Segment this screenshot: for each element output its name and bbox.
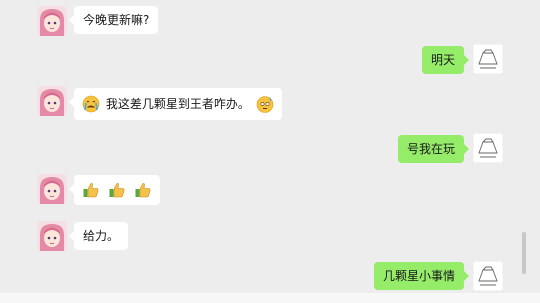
thumbs-up-emoji (108, 181, 126, 199)
self-avatar[interactable] (473, 133, 503, 163)
message-text: 给力。 (83, 229, 120, 243)
message-bubble[interactable]: 几颗星小事情 (373, 262, 470, 290)
self-avatar[interactable] (473, 44, 503, 74)
message-text: 我这差几颗星到王者咋办。 (105, 97, 250, 111)
crying-face-emoji (82, 95, 100, 113)
self-avatar[interactable] (473, 261, 503, 291)
message-text: 今晚更新嘛? (83, 13, 150, 27)
thumbs-up-emoji (134, 181, 152, 199)
contact-avatar[interactable] (37, 86, 67, 116)
contact-avatar[interactable] (37, 221, 67, 251)
message-bubble[interactable] (69, 175, 160, 205)
contact-avatar[interactable] (37, 6, 67, 36)
message-bubble[interactable]: 号我在玩 (397, 135, 470, 163)
sweating-face-emoji (256, 95, 274, 113)
message-bubble[interactable]: 明天 (421, 46, 470, 74)
contact-avatar[interactable] (37, 174, 67, 204)
message-text: 号我在玩 (406, 142, 455, 156)
message-bubble[interactable]: 我这差几颗星到王者咋办。 (69, 88, 282, 120)
chat-scrollbar[interactable] (522, 232, 526, 274)
message-text: 几颗星小事情 (382, 269, 455, 283)
thumbs-up-emoji (82, 181, 100, 199)
input-area-edge (0, 293, 540, 303)
message-bubble[interactable]: 给力。 (68, 222, 129, 250)
message-bubble[interactable]: 今晚更新嘛? (68, 6, 159, 34)
message-text: 明天 (430, 53, 455, 67)
chat-message-area: 今晚更新嘛? 明天 我这差几颗星到王者咋办。 号我在玩 给力。 几颗星小事情 (0, 0, 540, 303)
